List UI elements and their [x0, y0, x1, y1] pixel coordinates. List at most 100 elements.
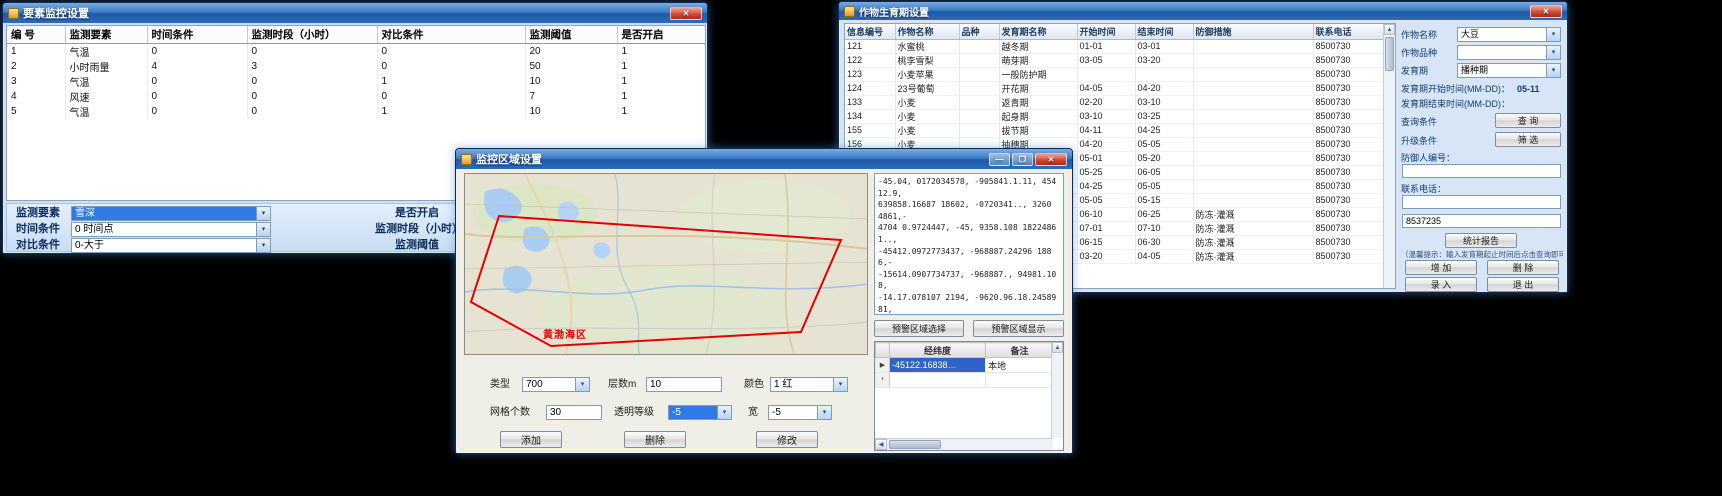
input-button[interactable]: 录 入: [1405, 277, 1477, 292]
type-select[interactable]: 700 ▾: [522, 377, 590, 392]
chevron-down-icon[interactable]: ▾: [817, 406, 831, 419]
table-cell: 小麦: [895, 123, 959, 137]
vertical-scrollbar[interactable]: ▲: [1051, 342, 1063, 438]
crop-form-panel: 作物名称 大豆 ▾ 作物品种 ▾ 发育期 播种期 ▾ 发育期开始时间(MM-DD…: [1399, 23, 1565, 289]
table-row[interactable]: 134小麦起身期03-1003-258500730: [845, 109, 1383, 123]
table-row[interactable]: 2小时雨量430501: [7, 59, 705, 74]
compare-label: 对比条件: [16, 238, 60, 253]
table-cell: 8500730: [1313, 249, 1383, 263]
table-row[interactable]: 122桃李雪梨萌芽期03-0503-208500730: [845, 53, 1383, 67]
table-cell: 06-10: [1077, 207, 1135, 221]
chevron-down-icon[interactable]: ▾: [575, 378, 589, 391]
table-cell: 8500730: [1313, 53, 1383, 67]
add-button[interactable]: 增 加: [1405, 260, 1477, 275]
chevron-down-icon[interactable]: ▾: [833, 378, 847, 391]
table-cell: [1193, 123, 1313, 137]
chevron-down-icon[interactable]: ▾: [256, 239, 270, 252]
delete-button[interactable]: 删 除: [1487, 260, 1559, 275]
close-icon[interactable]: ✕: [670, 7, 702, 20]
table-cell: 06-25: [1135, 207, 1193, 221]
table-cell: 8500730: [1313, 193, 1383, 207]
modify-button[interactable]: 修改: [756, 431, 818, 448]
table-cell: 1: [617, 59, 705, 74]
chevron-down-icon[interactable]: ▾: [1546, 28, 1560, 41]
element-select[interactable]: 雪深 ▾: [71, 206, 271, 221]
header-cell: 监测要素: [65, 26, 147, 43]
stage-end-label: 发育期结束时间(MM-DD)：: [1401, 97, 1510, 111]
chevron-down-icon[interactable]: ▾: [256, 207, 270, 220]
compare-select[interactable]: 0-大于 ▾: [71, 238, 271, 253]
map-canvas[interactable]: 黄渤海区: [464, 173, 868, 355]
table-cell: 3: [7, 74, 65, 89]
table-row[interactable]: 133小麦返青期02-2003-108500730: [845, 95, 1383, 109]
minimize-icon[interactable]: —: [989, 153, 1010, 166]
table-cell: 1: [617, 104, 705, 119]
app-icon: [461, 154, 472, 165]
crop-variety-select[interactable]: ▾: [1457, 45, 1561, 60]
scroll-thumb[interactable]: [889, 440, 941, 449]
alert-region-select-button[interactable]: 预警区域选择: [874, 320, 964, 337]
alert-region-show-button[interactable]: 预警区域显示: [973, 320, 1064, 337]
filter-button[interactable]: 筛 选: [1495, 132, 1561, 147]
table-cell: 拔节期: [999, 123, 1077, 137]
person-id-input[interactable]: [1402, 164, 1561, 178]
report-button[interactable]: 统计报告: [1445, 233, 1517, 248]
table-cell: 03-10: [1077, 109, 1135, 123]
titlebar[interactable]: 要素监控设置 ✕: [3, 3, 707, 23]
add-button[interactable]: 添加: [500, 431, 562, 448]
scroll-left-icon[interactable]: ◀: [875, 439, 887, 450]
coordinates-text[interactable]: -45.04, 0172034578, -905841.1.11, 45412.…: [874, 173, 1064, 315]
color-select[interactable]: 1 红 ▾: [770, 377, 848, 392]
layer-input[interactable]: [646, 377, 722, 392]
time-select[interactable]: 0 时间点 ▾: [71, 222, 271, 237]
query-button[interactable]: 查 询: [1495, 113, 1561, 128]
alpha-select[interactable]: -5 ▾: [668, 405, 732, 420]
table-cell: 8500730: [1313, 179, 1383, 193]
table-row[interactable]: 12423号葡萄开花期04-0504-208500730: [845, 81, 1383, 95]
enable-label: 是否开启: [395, 206, 439, 221]
phone-input[interactable]: [1402, 195, 1561, 209]
table-row[interactable]: 1气温000201: [7, 43, 705, 59]
close-icon[interactable]: ✕: [1035, 153, 1067, 166]
horizontal-scrollbar[interactable]: ◀: [875, 438, 1053, 450]
scroll-up-icon[interactable]: ▲: [1052, 342, 1063, 353]
stage-select[interactable]: 播种期 ▾: [1457, 63, 1561, 78]
grid-count-input[interactable]: [546, 405, 602, 420]
table-cell: [1193, 53, 1313, 67]
width-select[interactable]: -5 ▾: [768, 405, 832, 420]
scroll-up-icon[interactable]: ▲: [1384, 24, 1395, 35]
table-row[interactable]: 123小麦苹果一般防护期8500730: [845, 67, 1383, 81]
table-cell: 4: [147, 59, 247, 74]
scroll-thumb[interactable]: [1385, 37, 1394, 71]
chevron-down-icon[interactable]: ▾: [256, 223, 270, 236]
table-cell: 防冻·灌溉: [1193, 249, 1313, 263]
table-cell: 2: [7, 59, 65, 74]
table-row[interactable]: 121水蜜桃越冬期01-0103-018500730: [845, 39, 1383, 53]
table-row[interactable]: 3气温001101: [7, 74, 705, 89]
vertical-scrollbar[interactable]: ▲: [1383, 24, 1395, 288]
chevron-down-icon[interactable]: ▾: [717, 406, 731, 419]
delete-button[interactable]: 删除: [624, 431, 686, 448]
titlebar[interactable]: 作物生育期设置 ✕: [839, 2, 1567, 20]
table-row[interactable]: ▶-45122.16838…本地: [876, 358, 1054, 373]
combo-value: 雪深: [72, 207, 256, 220]
table-row[interactable]: 4风速00071: [7, 89, 705, 104]
close-icon[interactable]: ✕: [1530, 5, 1562, 18]
table-cell: 01-01: [1077, 39, 1135, 53]
stage-start-label: 发育期开始时间(MM-DD)：: [1401, 82, 1510, 96]
table-row[interactable]: 155小麦拔节期04-1104-258500730: [845, 123, 1383, 137]
crop-name-select[interactable]: 大豆 ▾: [1457, 27, 1561, 42]
code-input[interactable]: [1402, 214, 1561, 228]
chevron-down-icon[interactable]: ▾: [1546, 64, 1560, 77]
maximize-icon[interactable]: ❐: [1012, 153, 1033, 166]
combo-value: 1 红: [771, 378, 833, 391]
exit-button[interactable]: 退 出: [1487, 277, 1559, 292]
chevron-down-icon[interactable]: ▾: [1546, 46, 1560, 59]
filter-condition-label: 升级条件: [1401, 134, 1437, 148]
table-header-row: 经纬度备注: [876, 343, 1054, 358]
titlebar[interactable]: 监控区域设置 — ❐ ✕: [456, 149, 1072, 169]
color-label: 颜色: [744, 377, 764, 392]
table-cell: 05-05: [1135, 179, 1193, 193]
table-row[interactable]: 5气温001101: [7, 104, 705, 119]
table-row[interactable]: *: [876, 373, 1054, 388]
